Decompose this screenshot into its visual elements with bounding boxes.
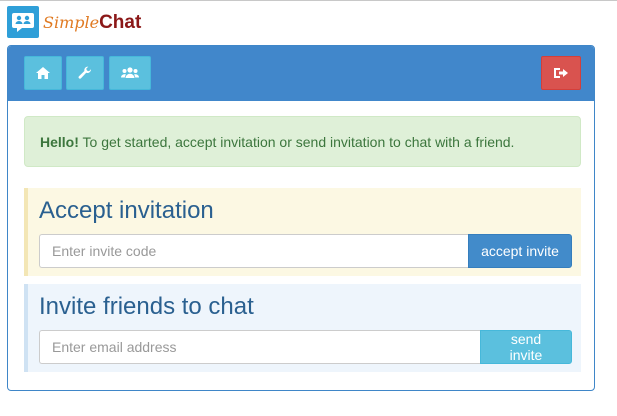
brand[interactable]: SimpleChat	[7, 5, 141, 39]
logout-button[interactable]	[541, 56, 581, 90]
chat-logo-icon	[7, 6, 39, 38]
brand-name: SimpleChat	[43, 13, 141, 32]
top-divider	[0, 0, 617, 1]
invite-friends-form: send invite	[39, 330, 572, 364]
friends-button[interactable]	[109, 56, 151, 90]
wrench-icon	[78, 66, 92, 80]
invite-code-input[interactable]	[39, 234, 468, 268]
users-icon	[121, 67, 139, 79]
logout-icon	[554, 67, 568, 79]
panel-toolbar	[8, 46, 594, 101]
home-icon	[36, 67, 50, 79]
send-invite-button[interactable]: send invite	[480, 330, 572, 364]
invite-friends-section: Invite friends to chat send invite	[24, 284, 581, 372]
brand-chat-text: Chat	[99, 11, 142, 33]
email-address-input[interactable]	[39, 330, 480, 364]
home-button[interactable]	[24, 56, 62, 90]
invite-friends-heading: Invite friends to chat	[39, 293, 254, 320]
settings-button[interactable]	[66, 56, 104, 90]
main-panel: Hello! To get started, accept invitation…	[7, 45, 595, 391]
accept-invite-button[interactable]: accept invite	[468, 234, 572, 268]
accept-invitation-section: Accept invitation accept invite	[24, 188, 581, 276]
accept-invitation-form: accept invite	[39, 234, 572, 268]
brand-simple-text: Simple	[43, 12, 100, 32]
alert-message: To get started, accept invitation or sen…	[78, 134, 515, 150]
accept-invitation-heading: Accept invitation	[39, 197, 214, 224]
welcome-alert: Hello! To get started, accept invitation…	[24, 116, 581, 167]
alert-greeting: Hello!	[40, 134, 79, 150]
